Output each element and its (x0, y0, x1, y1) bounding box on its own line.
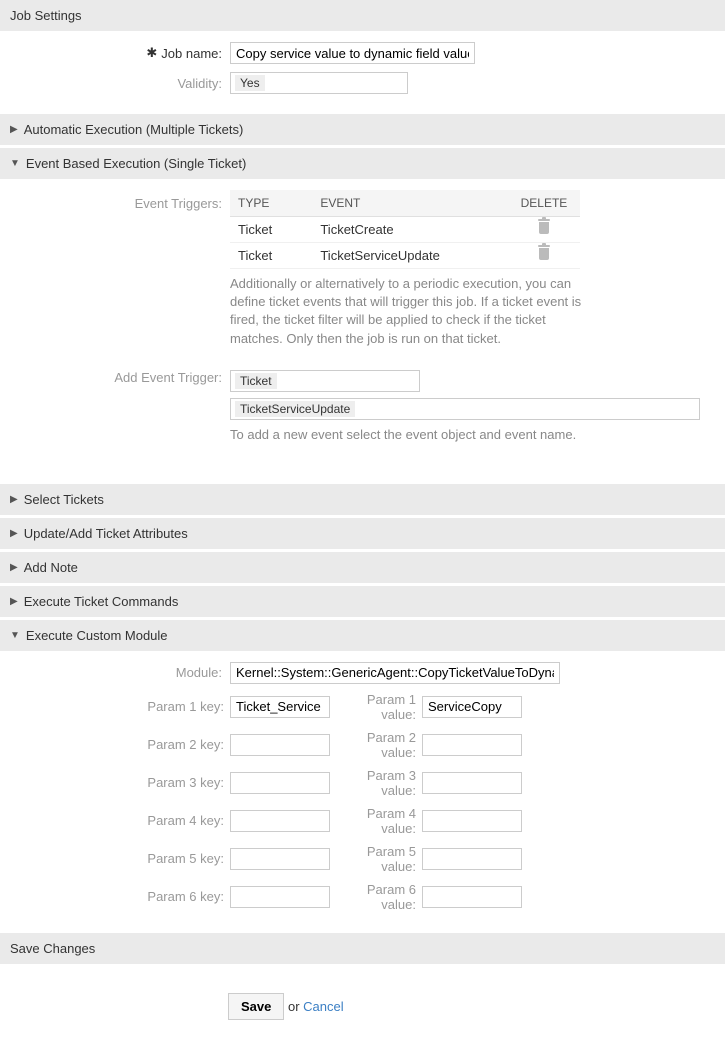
save-actions: Save or Cancel (228, 965, 725, 1038)
row-param-3: Param 3 key: Param 3 value: (10, 768, 715, 798)
row-module: Module: (10, 662, 715, 684)
event-exec-body: Event Triggers: TYPE EVENT DELETE Ticket… (0, 180, 725, 464)
param4-value-input[interactable] (422, 810, 522, 832)
label-param3k: Param 3 key: (10, 775, 230, 790)
label-job-name: ✱ Job name: (10, 45, 230, 61)
section-title: Execute Ticket Commands (24, 594, 179, 609)
section-header-exec-cmds[interactable]: ▶ Execute Ticket Commands (0, 586, 725, 618)
validity-select[interactable]: Yes (230, 72, 408, 94)
section-title: Automatic Execution (Multiple Tickets) (24, 122, 244, 137)
label-event-triggers: Event Triggers: (10, 190, 230, 211)
section-header-select-tickets[interactable]: ▶ Select Tickets (0, 484, 725, 516)
job-name-input[interactable] (230, 42, 475, 64)
cell-type: Ticket (230, 243, 312, 269)
row-param-6: Param 6 key: Param 6 value: (10, 882, 715, 912)
label-param6v: Param 6 value: (330, 882, 422, 912)
cell-event: TicketServiceUpdate (312, 243, 508, 269)
save-button[interactable]: Save (228, 993, 284, 1020)
row-param-5: Param 5 key: Param 5 value: (10, 844, 715, 874)
section-title: Event Based Execution (Single Ticket) (26, 156, 246, 171)
param3-key-input[interactable] (230, 772, 330, 794)
chevron-right-icon: ▶ (10, 494, 18, 505)
label-param1v: Param 1 value: (330, 692, 422, 722)
row-job-name: ✱ Job name: (10, 42, 715, 64)
label-validity: Validity: (10, 76, 230, 91)
row-param-1: Param 1 key: Param 1 value: (10, 692, 715, 722)
label-param5v: Param 5 value: (330, 844, 422, 874)
add-event-type-select[interactable]: Ticket (230, 370, 420, 392)
section-header-save-changes: Save Changes (0, 932, 725, 965)
table-row: Ticket TicketCreate (230, 217, 580, 243)
label-param4k: Param 4 key: (10, 813, 230, 828)
chevron-right-icon: ▶ (10, 124, 18, 135)
delete-icon[interactable] (539, 248, 549, 260)
row-add-event-trigger: Add Event Trigger: Ticket TicketServiceU… (10, 370, 715, 444)
module-input[interactable] (230, 662, 560, 684)
param5-key-input[interactable] (230, 848, 330, 870)
cell-event: TicketCreate (312, 217, 508, 243)
param5-value-input[interactable] (422, 848, 522, 870)
triggers-help: Additionally or alternatively to a perio… (230, 275, 590, 348)
label-param5k: Param 5 key: (10, 851, 230, 866)
param1-key-input[interactable] (230, 696, 330, 718)
param2-value-input[interactable] (422, 734, 522, 756)
label-add-event-trigger: Add Event Trigger: (10, 370, 230, 385)
param1-value-input[interactable] (422, 696, 522, 718)
chevron-down-icon: ▼ (10, 630, 20, 641)
param2-key-input[interactable] (230, 734, 330, 756)
add-event-name-select[interactable]: TicketServiceUpdate (230, 398, 700, 420)
section-header-job-settings: Job Settings (0, 0, 725, 32)
col-event: EVENT (312, 190, 508, 217)
col-delete: DELETE (508, 190, 580, 217)
delete-icon[interactable] (539, 222, 549, 234)
section-title: Add Note (24, 560, 78, 575)
section-header-add-note[interactable]: ▶ Add Note (0, 552, 725, 584)
or-text: or (288, 999, 303, 1014)
job-settings-body: ✱ Job name: Validity: Yes (0, 32, 725, 114)
row-param-4: Param 4 key: Param 4 value: (10, 806, 715, 836)
label-param3v: Param 3 value: (330, 768, 422, 798)
cell-type: Ticket (230, 217, 312, 243)
chevron-down-icon: ▼ (10, 158, 20, 169)
section-header-exec-module[interactable]: ▼ Execute Custom Module (0, 620, 725, 652)
label-param2k: Param 2 key: (10, 737, 230, 752)
exec-module-body: Module: Param 1 key: Param 1 value: Para… (0, 652, 725, 932)
chevron-right-icon: ▶ (10, 528, 18, 539)
param4-key-input[interactable] (230, 810, 330, 832)
param6-key-input[interactable] (230, 886, 330, 908)
label-param1k: Param 1 key: (10, 699, 230, 714)
section-title: Execute Custom Module (26, 628, 168, 643)
add-event-help: To add a new event select the event obje… (230, 426, 710, 444)
label-param2v: Param 2 value: (330, 730, 422, 760)
section-header-event-exec[interactable]: ▼ Event Based Execution (Single Ticket) (0, 148, 725, 180)
row-validity: Validity: Yes (10, 72, 715, 94)
section-title: Save Changes (10, 941, 95, 956)
section-title: Job Settings (10, 8, 82, 23)
required-star-icon: ✱ (146, 45, 157, 61)
col-type: TYPE (230, 190, 312, 217)
label-param4v: Param 4 value: (330, 806, 422, 836)
label-module: Module: (10, 665, 230, 680)
row-event-triggers: Event Triggers: TYPE EVENT DELETE Ticket… (10, 190, 715, 348)
event-triggers-table: TYPE EVENT DELETE Ticket TicketCreate Ti… (230, 190, 580, 269)
section-title: Select Tickets (24, 492, 104, 507)
param3-value-input[interactable] (422, 772, 522, 794)
row-param-2: Param 2 key: Param 2 value: (10, 730, 715, 760)
table-row: Ticket TicketServiceUpdate (230, 243, 580, 269)
section-header-update-add[interactable]: ▶ Update/Add Ticket Attributes (0, 518, 725, 550)
cancel-link[interactable]: Cancel (303, 999, 343, 1014)
chevron-right-icon: ▶ (10, 562, 18, 573)
label-param6k: Param 6 key: (10, 889, 230, 904)
section-title: Update/Add Ticket Attributes (24, 526, 188, 541)
chevron-right-icon: ▶ (10, 596, 18, 607)
section-header-auto-exec[interactable]: ▶ Automatic Execution (Multiple Tickets) (0, 114, 725, 146)
param6-value-input[interactable] (422, 886, 522, 908)
